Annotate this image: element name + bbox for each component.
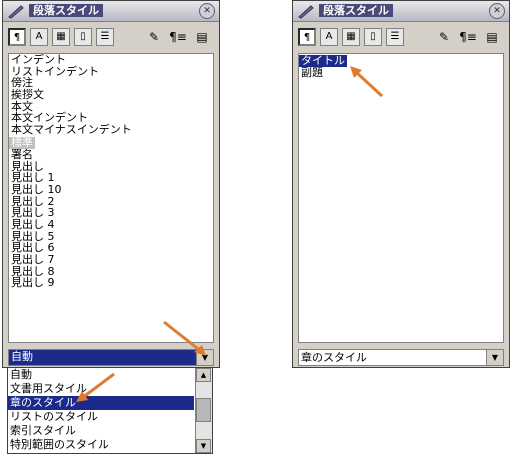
title-bar[interactable]: 段落スタイル ✕ (3, 1, 219, 22)
scroll-down-icon[interactable]: ▼ (196, 439, 211, 453)
dropdown-scrollbar[interactable]: ▲ ▼ (195, 368, 212, 453)
window-title: 段落スタイル (319, 4, 393, 17)
list-styles-icon[interactable]: ☰ (386, 28, 404, 46)
frame-styles-icon[interactable]: ▦ (342, 28, 360, 46)
fill-format-mode-icon[interactable]: ✎ (434, 28, 454, 46)
update-style-icon[interactable]: ▤ (192, 28, 212, 46)
list-item[interactable]: 本文マイナスインデント (9, 124, 213, 136)
paragraph-styles-window-right: 段落スタイル ✕ ¶ A ▦ ▯ ☰ ✎ ¶≡ ▤ タイトル 副題 章のスタイル… (292, 0, 510, 368)
page-styles-icon[interactable]: ▯ (74, 28, 92, 46)
chevron-down-icon[interactable]: ▼ (486, 350, 503, 365)
dropdown-option[interactable]: 索引スタイル (8, 424, 194, 438)
page-styles-icon[interactable]: ▯ (364, 28, 382, 46)
style-filter-select[interactable]: 章のスタイル ▼ (298, 349, 504, 366)
fill-format-mode-icon[interactable]: ✎ (144, 28, 164, 46)
list-item[interactable]: 標準 (9, 136, 35, 149)
close-icon[interactable]: ✕ (489, 3, 505, 19)
annotation-arrow (350, 66, 384, 98)
list-item[interactable]: インデント (9, 54, 213, 66)
style-list[interactable]: インデント リストインデント 傍注 挨拶文 本文 本文インデント 本文マイナスイ… (8, 53, 214, 343)
character-styles-icon[interactable]: A (320, 28, 338, 46)
list-item[interactable]: 見出し 10 (9, 184, 213, 196)
list-item[interactable]: リストインデント (9, 65, 213, 78)
update-style-icon[interactable]: ▤ (482, 28, 502, 46)
pen-icon (298, 5, 314, 19)
style-family-toolbar: ¶ A ▦ ▯ ☰ ✎ ¶≡ ▤ (296, 25, 506, 51)
character-styles-icon[interactable]: A (30, 28, 48, 46)
annotation-arrow (76, 372, 115, 402)
paragraph-styles-window-left: 段落スタイル ✕ ¶ A ▦ ▯ ☰ ✎ ¶≡ ▤ インデント リストインデント… (2, 0, 220, 368)
new-style-from-selection-icon[interactable]: ¶≡ (168, 28, 188, 46)
list-item[interactable]: タイトル (299, 55, 347, 67)
dropdown-option[interactable]: リストのスタイル (8, 410, 194, 424)
list-item[interactable]: 見出し 9 (9, 277, 213, 289)
pen-icon (8, 5, 24, 19)
style-family-toolbar: ¶ A ▦ ▯ ☰ ✎ ¶≡ ▤ (6, 25, 216, 51)
paragraph-styles-icon[interactable]: ¶ (8, 28, 26, 46)
style-filter-value: 章のスタイル (301, 351, 367, 364)
list-item[interactable]: 見出し 4 (9, 219, 213, 231)
list-styles-icon[interactable]: ☰ (96, 28, 114, 46)
list-item[interactable]: 署名 (9, 148, 213, 161)
paragraph-styles-icon[interactable]: ¶ (298, 28, 316, 46)
scroll-thumb[interactable] (196, 398, 211, 422)
window-title: 段落スタイル (29, 4, 103, 17)
list-item[interactable]: 挨拶文 (9, 89, 213, 101)
annotation-arrow (163, 320, 206, 356)
new-style-from-selection-icon[interactable]: ¶≡ (458, 28, 478, 46)
dropdown-option[interactable]: 特別範囲のスタイル (8, 438, 194, 452)
list-item[interactable]: 見出し 7 (9, 254, 213, 266)
scroll-up-icon[interactable]: ▲ (196, 368, 211, 382)
frame-styles-icon[interactable]: ▦ (52, 28, 70, 46)
close-icon[interactable]: ✕ (199, 3, 215, 19)
style-list[interactable]: タイトル 副題 (298, 53, 504, 343)
title-bar[interactable]: 段落スタイル ✕ (293, 1, 509, 22)
list-item[interactable]: 副題 (299, 67, 503, 79)
